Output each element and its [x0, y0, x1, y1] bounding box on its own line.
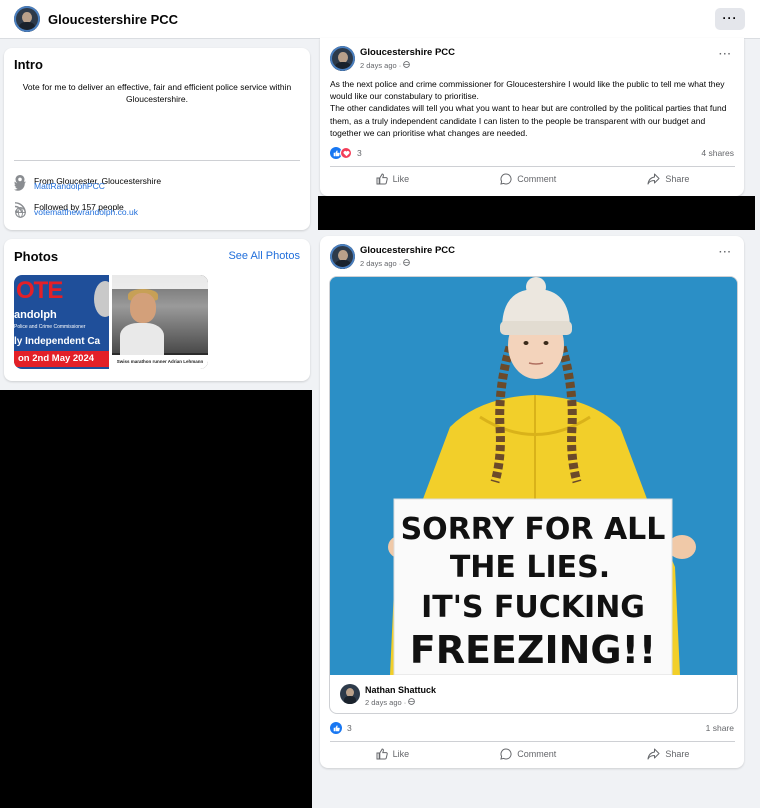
thumb-caption: Swiss marathon runner Adrian Lehmann [112, 355, 208, 369]
intro-card: Intro Vote for me to deliver an effectiv… [4, 48, 310, 230]
share-icon [647, 173, 660, 185]
photos-heading: Photos [14, 249, 59, 264]
post-more-options-button[interactable]: ··· [719, 49, 732, 60]
twitter-link[interactable]: MattRandolphPCC [34, 181, 105, 191]
post-divider [330, 741, 735, 742]
shared-post[interactable]: SORRY FOR ALL THE LIES. IT'S FUCKING FRE… [329, 276, 738, 714]
intro-bio: Vote for me to deliver an effective, fai… [22, 82, 292, 104]
comment-icon [500, 173, 512, 185]
comment-icon [500, 748, 512, 760]
like-reaction-icon [330, 722, 342, 734]
intro-divider [14, 160, 300, 161]
post-timestamp[interactable]: 2 days ago · [360, 259, 411, 268]
thumb-candidate-photo [94, 281, 109, 317]
thumb-name-text: andolph [14, 309, 57, 321]
post-card: Gloucestershire PCC 2 days ago · ··· SOR… [320, 236, 744, 768]
post-author-avatar[interactable] [330, 46, 355, 71]
twitter-icon [14, 180, 26, 192]
love-reaction-icon [340, 147, 352, 159]
thumb-independent-text: ly Independent Ca [14, 335, 109, 349]
website-link[interactable]: votematthewrandolph.co.uk [34, 207, 138, 217]
thumb-vote-text: OTE [16, 277, 63, 304]
post-timestamp[interactable]: 2 days ago · [360, 61, 411, 70]
like-button[interactable]: Like [376, 748, 409, 760]
reaction-summary[interactable]: 3 [330, 146, 362, 160]
sign-line: SORRY FOR ALL [401, 512, 666, 547]
shared-post-image[interactable]: SORRY FOR ALL THE LIES. IT'S FUCKING FRE… [330, 277, 737, 675]
sign-line: FREEZING!! [410, 628, 656, 672]
like-button[interactable]: Like [376, 173, 409, 185]
comment-button[interactable]: Comment [500, 748, 556, 760]
thumb-date-text: on 2nd May 2024 [14, 351, 109, 367]
more-options-button[interactable]: ··· [715, 8, 745, 30]
globe-icon [403, 61, 411, 68]
sign-line: THE LIES. [450, 550, 610, 585]
post-actions: Like Comment Share [330, 168, 735, 190]
share-icon [647, 748, 660, 760]
shared-author-avatar[interactable] [340, 684, 360, 704]
intro-heading: Intro [14, 57, 43, 72]
share-button[interactable]: Share [647, 748, 689, 760]
page-title[interactable]: Gloucestershire PCC [48, 12, 178, 27]
post-author-name[interactable]: Gloucestershire PCC [360, 47, 455, 58]
post-more-options-button[interactable]: ··· [719, 247, 732, 258]
reaction-summary[interactable]: 3 [330, 721, 352, 735]
post-divider [330, 166, 735, 167]
thumbs-up-icon [376, 748, 388, 760]
thumbs-up-icon [376, 173, 388, 185]
sign-line: IT'S FUCKING [421, 590, 645, 625]
intro-website[interactable]: votematthewrandolph.co.uk [14, 205, 138, 219]
globe-icon [14, 206, 26, 218]
shared-timestamp[interactable]: 2 days ago · [365, 698, 416, 707]
page-avatar[interactable] [14, 6, 40, 32]
photos-card: Photos See All Photos OTE andolph Police… [4, 239, 310, 381]
share-button[interactable]: Share [647, 173, 689, 185]
post-author-avatar[interactable] [330, 244, 355, 269]
post-paragraph: The other candidates will tell you what … [330, 103, 727, 138]
comment-button[interactable]: Comment [500, 173, 556, 185]
share-count[interactable]: 1 share [706, 723, 734, 733]
post-card: Gloucestershire PCC 2 days ago · ··· As … [320, 38, 744, 196]
post-actions: Like Comment Share [330, 743, 735, 765]
post-author-name[interactable]: Gloucestershire PCC [360, 245, 455, 256]
greta-sign-illustration: SORRY FOR ALL THE LIES. IT'S FUCKING FRE… [330, 277, 737, 675]
post-text: As the next police and crime commissione… [330, 78, 735, 139]
photo-thumbnail-campaign[interactable]: OTE andolph Police and Crime Commissione… [14, 275, 109, 369]
share-count[interactable]: 4 shares [701, 148, 734, 158]
redacted-area [0, 390, 312, 808]
photo-thumbnail-runner[interactable]: Swiss marathon runner Adrian Lehmann [112, 275, 208, 369]
shared-author-name[interactable]: Nathan Shattuck [365, 685, 436, 695]
post-paragraph: As the next police and crime commissione… [330, 79, 725, 102]
thumb-role-text: Police and Crime Commissioner [14, 324, 86, 330]
reaction-count: 3 [347, 723, 352, 733]
globe-icon [403, 259, 411, 266]
intro-twitter[interactable]: MattRandolphPCC [14, 179, 105, 193]
globe-icon [408, 698, 416, 705]
page-header: Gloucestershire PCC ··· [0, 0, 760, 39]
redacted-strip [318, 196, 755, 230]
reaction-count: 3 [357, 148, 362, 158]
see-all-photos-link[interactable]: See All Photos [228, 250, 300, 262]
